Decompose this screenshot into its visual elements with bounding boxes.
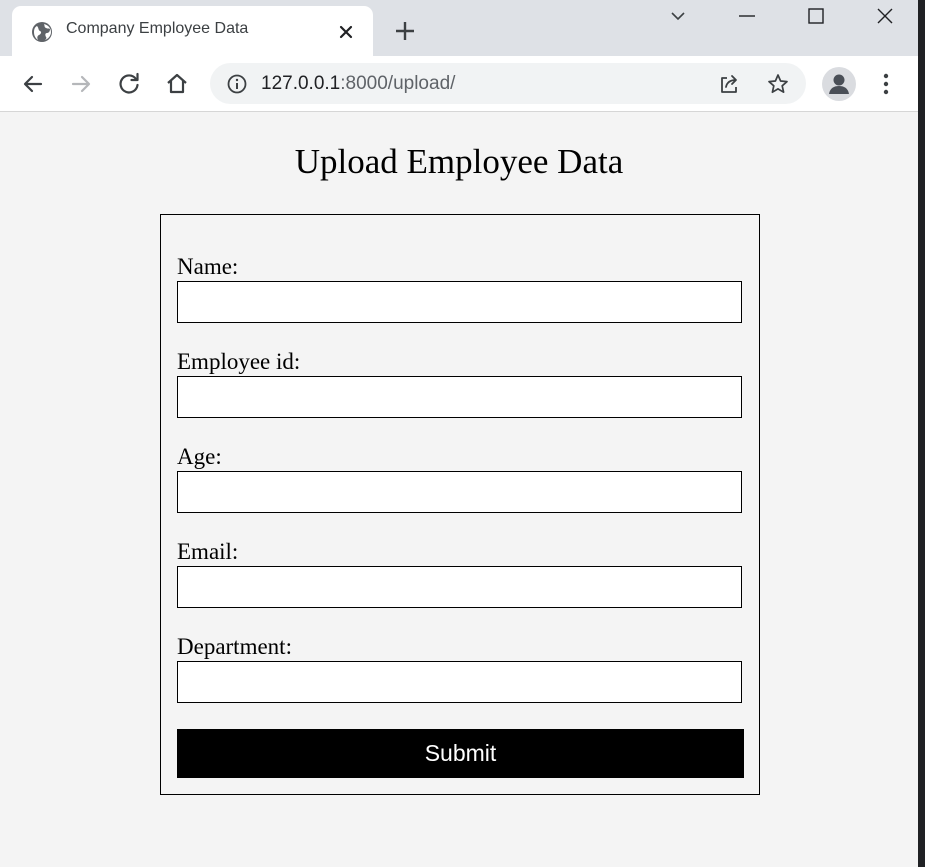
- globe-icon: [32, 22, 52, 42]
- tab-search-icon[interactable]: [666, 4, 690, 28]
- page-title: Upload Employee Data: [294, 142, 624, 181]
- maximize-icon[interactable]: [804, 4, 828, 28]
- employee-id-input[interactable]: [177, 376, 742, 418]
- email-input[interactable]: [177, 566, 742, 608]
- tab-company-employee-data[interactable]: Company Employee Data: [12, 6, 373, 56]
- department-label: Department:: [177, 634, 292, 659]
- url-host: 127.0.0.1: [261, 73, 341, 94]
- forward-icon[interactable]: [66, 69, 96, 99]
- profile-avatar[interactable]: [822, 67, 856, 101]
- department-input[interactable]: [177, 661, 742, 703]
- home-icon[interactable]: [162, 69, 192, 99]
- employee-upload-form: Name: Employee id: Age: Email: Departmen…: [160, 214, 760, 795]
- share-icon[interactable]: [717, 72, 741, 96]
- url-path: :8000/upload/: [340, 73, 456, 94]
- age-label: Age:: [177, 444, 222, 469]
- menu-dots-icon[interactable]: [874, 69, 898, 99]
- person-icon: [829, 74, 849, 94]
- tab-strip: Company Employee Data: [0, 0, 918, 56]
- name-label: Name:: [177, 254, 239, 279]
- submit-button[interactable]: Submit: [177, 729, 744, 778]
- close-icon[interactable]: [335, 21, 357, 43]
- info-icon[interactable]: [226, 73, 248, 95]
- address-bar[interactable]: 127.0.0.1:8000/upload/: [210, 63, 806, 104]
- tab-title: Company Employee Data: [66, 20, 249, 37]
- name-input[interactable]: [177, 281, 742, 323]
- back-icon[interactable]: [18, 69, 48, 99]
- close-window-icon[interactable]: [873, 4, 897, 28]
- age-input[interactable]: [177, 471, 742, 513]
- plus-icon[interactable]: [392, 18, 418, 44]
- url-text: 127.0.0.1:8000/upload/: [261, 73, 455, 95]
- browser-toolbar: 127.0.0.1:8000/upload/: [0, 56, 918, 112]
- employee-id-label: Employee id:: [177, 349, 301, 374]
- star-icon[interactable]: [766, 72, 790, 96]
- browser-window: Company Employee Data 127.0.0.1:8000/upl…: [0, 0, 918, 867]
- minimize-icon[interactable]: [735, 4, 759, 28]
- reload-icon[interactable]: [114, 69, 144, 99]
- window-edge: [918, 0, 925, 867]
- email-label: Email:: [177, 539, 239, 564]
